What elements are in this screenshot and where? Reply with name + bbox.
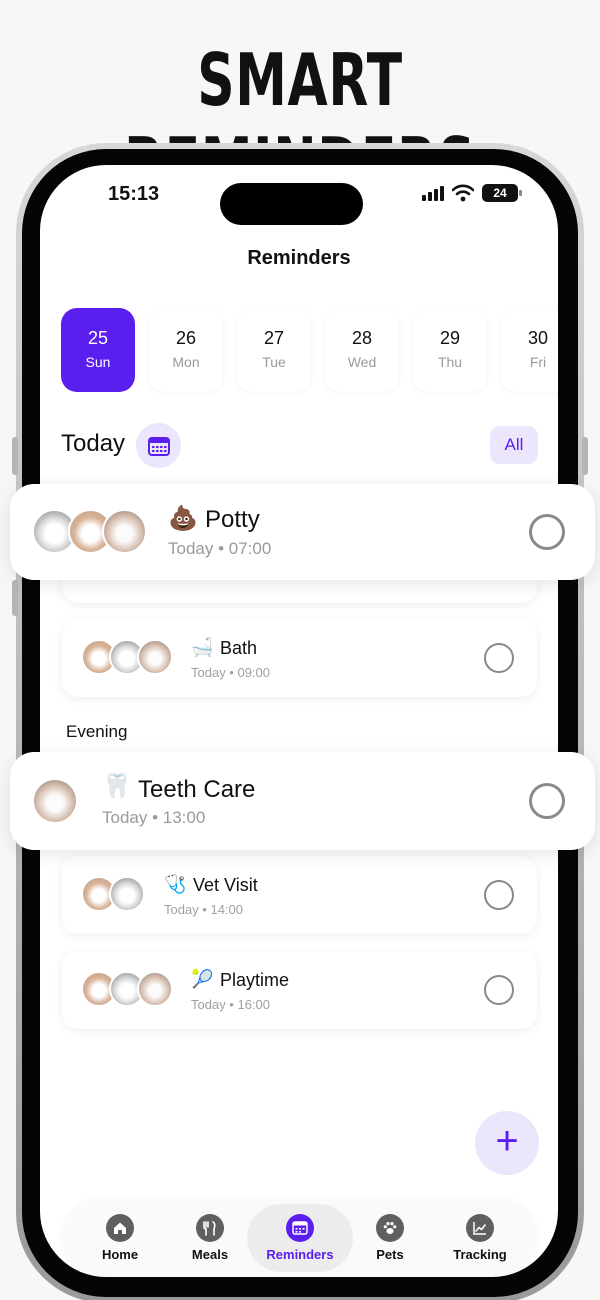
fork-knife-icon <box>196 1214 224 1242</box>
phone-screen: 15:13 24 Reminders 25 Sun 26 Mon 27 Tue … <box>40 165 558 1277</box>
day-number: 27 <box>263 328 285 348</box>
home-icon <box>106 1214 134 1242</box>
phone-side-button <box>12 437 18 475</box>
status-time: 15:13 <box>108 183 160 205</box>
wifi-icon <box>452 184 474 202</box>
calendar-button[interactable] <box>136 423 181 468</box>
add-reminder-button[interactable]: + <box>475 1111 539 1175</box>
day-number: 25 <box>87 328 109 348</box>
tab-label: Pets <box>376 1247 404 1262</box>
day-number: 29 <box>439 328 461 348</box>
day-number: 26 <box>175 328 197 348</box>
phone-side-button <box>582 437 588 475</box>
day-name: Tue <box>262 354 286 370</box>
today-label: Today <box>61 430 126 457</box>
tooth-emoji-icon: 🦷 <box>102 773 132 800</box>
pet-avatar <box>102 509 147 554</box>
day-number: 30 <box>527 328 549 348</box>
pet-avatar <box>137 639 173 675</box>
reminder-card-potty[interactable]: 💩 Potty Today • 07:00 <box>10 484 595 580</box>
reminder-checkbox[interactable] <box>484 643 514 673</box>
tab-pets[interactable]: Pets <box>342 1200 438 1276</box>
day-name: Sun <box>85 354 111 370</box>
tab-reminders[interactable]: Reminders <box>247 1200 353 1276</box>
reminder-card-playtime[interactable]: 🎾 Playtime Today • 16:00 <box>62 951 537 1029</box>
tab-tracking[interactable]: Tracking <box>432 1200 528 1276</box>
tab-label: Home <box>101 1247 139 1262</box>
stethoscope-emoji-icon: 🩺 <box>164 874 187 894</box>
day-tue[interactable]: 27 Tue <box>237 308 311 392</box>
calendar-icon <box>147 436 170 456</box>
pet-avatar <box>109 876 145 912</box>
poop-emoji-icon: 💩 <box>168 505 198 532</box>
reminder-card-bath[interactable]: 🛁 Bath Today • 09:00 <box>62 619 537 697</box>
status-icons: 24 <box>422 184 522 202</box>
tennis-ball-emoji-icon: 🎾 <box>191 969 214 989</box>
signal-icon <box>422 185 444 201</box>
reminder-card-teeth[interactable]: 🦷 Teeth Care Today • 13:00 <box>10 752 595 850</box>
section-evening: Evening <box>66 722 128 741</box>
reminder-title: Playtime <box>220 970 290 990</box>
bath-emoji-icon: 🛁 <box>191 637 214 657</box>
day-fri[interactable]: 30 Fri <box>501 308 558 392</box>
reminder-time: Today • 09:00 <box>191 665 270 680</box>
reminder-time: Today • 16:00 <box>191 997 270 1012</box>
tab-meals[interactable]: Meals <box>162 1200 258 1276</box>
reminder-checkbox[interactable] <box>484 975 514 1005</box>
reminder-title: Potty <box>205 506 260 533</box>
pet-avatar <box>137 971 173 1007</box>
reminder-title: Vet Visit <box>193 875 258 895</box>
reminder-checkbox[interactable] <box>529 783 565 819</box>
day-name: Thu <box>437 354 463 370</box>
day-number: 28 <box>351 328 373 348</box>
reminder-checkbox[interactable] <box>484 880 514 910</box>
day-name: Mon <box>172 354 200 370</box>
tab-bar: Home Meals Reminders Pets Tracking <box>62 1200 537 1276</box>
reminder-checkbox[interactable] <box>529 514 565 550</box>
chart-icon <box>466 1214 494 1242</box>
dynamic-island <box>220 183 363 225</box>
tab-home[interactable]: Home <box>72 1200 168 1276</box>
tab-label: Reminders <box>266 1247 334 1262</box>
reminder-time: Today • 07:00 <box>168 539 272 558</box>
pet-avatar <box>32 778 78 824</box>
reminder-time: Today • 13:00 <box>102 808 206 827</box>
page-title: Reminders <box>247 247 351 269</box>
reminder-title: Teeth Care <box>138 776 256 803</box>
tab-label: Tracking <box>453 1247 507 1262</box>
day-mon[interactable]: 26 Mon <box>149 308 223 392</box>
calendar-icon <box>286 1214 314 1242</box>
phone-side-button <box>12 580 18 616</box>
reminder-title: Bath <box>220 638 258 658</box>
reminder-time: Today • 14:00 <box>164 902 243 917</box>
filter-all-button[interactable]: All <box>490 426 538 464</box>
day-name: Fri <box>529 354 547 370</box>
day-sun[interactable]: 25 Sun <box>61 308 135 392</box>
day-name: Wed <box>347 354 377 370</box>
day-thu[interactable]: 29 Thu <box>413 308 487 392</box>
reminder-card-vet[interactable]: 🩺 Vet Visit Today • 14:00 <box>62 856 537 934</box>
paw-icon <box>376 1214 404 1242</box>
tab-label: Meals <box>191 1247 229 1262</box>
day-wed[interactable]: 28 Wed <box>325 308 399 392</box>
battery-icon: 24 <box>482 184 522 202</box>
